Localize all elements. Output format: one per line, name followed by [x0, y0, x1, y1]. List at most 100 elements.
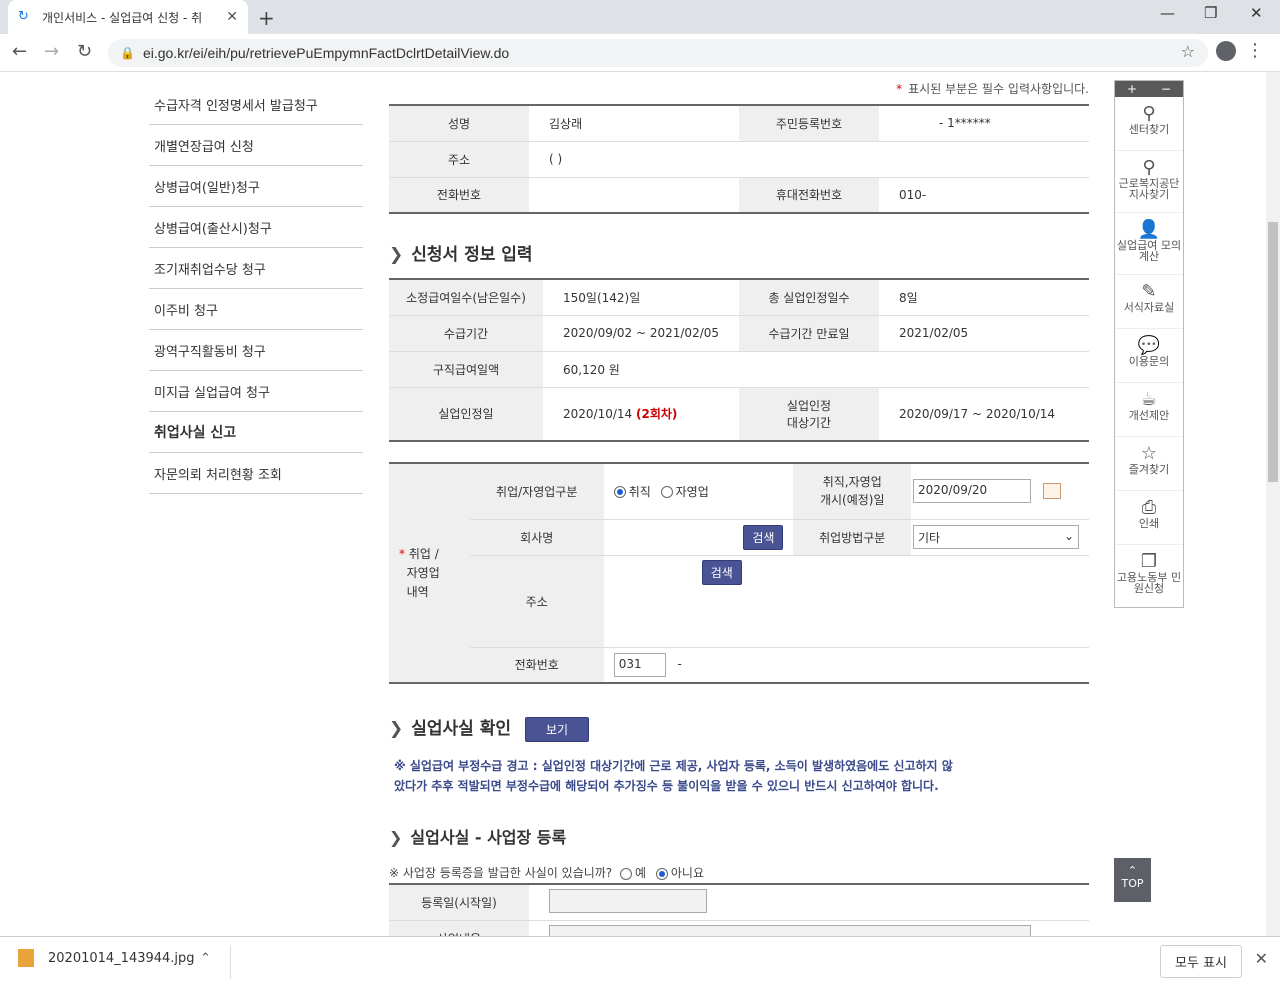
business-table: 등록일(시작일) 사업내용 — [389, 883, 1089, 936]
business-section-title: ❯ 실업사실 - 사업장 등록 — [389, 828, 567, 847]
forward-icon[interactable]: → — [44, 41, 59, 62]
scrollbar-thumb[interactable] — [1268, 222, 1278, 482]
days-label: 소정급여일수(남은일수) — [389, 279, 543, 316]
url-field[interactable]: 🔒 ei.go.kr/ei/eih/pu/retrievePuEmpymnFac… — [108, 39, 1208, 67]
quick-forms[interactable]: ✎ 서식자료실 — [1115, 275, 1183, 329]
quick-menu: + − ⚲ 센터찾기 ⚲ 근로복지공단 지사찾기 👤 실업급여 모의계산 ✎ 서식자료실… — [1114, 80, 1184, 608]
zoom-in-button[interactable]: + — [1127, 81, 1137, 97]
chevron-up-icon[interactable]: ⌃ — [200, 951, 211, 966]
view-button[interactable]: 보기 — [524, 716, 590, 742]
sidebar-item[interactable]: 개별연장급여 신청 — [149, 125, 363, 166]
radio-employed[interactable] — [613, 486, 626, 499]
zoom-out-button[interactable]: − — [1161, 81, 1171, 97]
download-item[interactable]: 20201014_143944.jpg — [18, 949, 195, 967]
phone-prefix-input[interactable]: 031 — [613, 652, 666, 677]
bookmark-star-icon[interactable]: ☆ — [1181, 42, 1195, 61]
addr-value: ( ) — [529, 141, 1089, 178]
reg-cell — [529, 884, 1089, 921]
profile-avatar[interactable] — [1216, 41, 1236, 61]
show-all-button[interactable]: 모두 표시 — [1160, 945, 1242, 978]
sidebar-item[interactable]: 자문의뢰 처리현황 조회 — [149, 453, 363, 494]
company-cell: 검색 — [603, 519, 794, 556]
quick-moel[interactable]: ❐ 고용노동부 민원신청 — [1115, 545, 1183, 607]
divider — [230, 945, 231, 979]
business-question: ※ 사업장 등록증을 발급한 사실이 있습니까? 예 아니요 — [389, 866, 705, 880]
name-value: 김상래 — [529, 105, 739, 142]
calendar-icon[interactable] — [1042, 482, 1061, 499]
sidebar-item-active[interactable]: 취업사실 신고 — [149, 412, 363, 453]
tab-bar: ↻ 개인서비스 - 실업급여 신청 - 취 ✕ + — ❐ ✕ — [0, 0, 1280, 34]
start-date-input[interactable]: 2020/09/20 — [913, 479, 1031, 504]
mobile-value: 010- — [879, 177, 1089, 214]
reg-date-input[interactable] — [549, 888, 707, 913]
minimize-icon[interactable]: — — [1160, 4, 1175, 22]
download-bar: 20201014_143944.jpg ⌃ 모두 표시 ✕ — [0, 936, 1280, 984]
sidebar-item[interactable]: 조기재취업수당 청구 — [149, 248, 363, 289]
sidebar-item[interactable]: 미지급 실업급여 청구 — [149, 371, 363, 412]
quick-print[interactable]: ⎙ 인쇄 — [1115, 491, 1183, 545]
period-value: 2020/09/02 ~ 2021/02/05 — [543, 315, 739, 352]
period-label: 수급기간 — [389, 315, 543, 352]
mobile-label: 휴대전화번호 — [739, 177, 879, 214]
start-cell: 2020/09/20 — [911, 463, 1089, 520]
company-label: 회사명 — [469, 519, 604, 556]
quick-simulation[interactable]: 👤 실업급여 모의계산 — [1115, 213, 1183, 275]
target-value: 2020/09/17 ~ 2020/10/14 — [879, 387, 1089, 442]
name-label: 성명 — [389, 105, 529, 142]
recog-value: 2020/10/14 (2회차) — [543, 387, 739, 442]
sidebar-item[interactable]: 이주비 청구 — [149, 289, 363, 330]
method-select[interactable]: 기타 ⌄ — [913, 525, 1079, 549]
next-cell — [529, 920, 1089, 936]
application-section-title: ❯ 신청서 정보 입력 — [389, 245, 533, 265]
company-search-button[interactable]: 검색 — [743, 524, 784, 550]
radio-yes[interactable] — [620, 867, 633, 880]
end-label: 수급기간 만료일 — [739, 315, 879, 352]
top-button[interactable]: ⌃ TOP — [1114, 858, 1151, 902]
scrollbar[interactable] — [1266, 72, 1280, 936]
employment-table: * 취업 / 자영업 내역 취업/자영업구분 취직 자영업 취직,자영업 개시(예… — [389, 462, 1089, 684]
browser-tab[interactable]: ↻ 개인서비스 - 실업급여 신청 - 취 ✕ — [8, 0, 248, 34]
quick-suggest[interactable]: ☕ 개선제안 — [1115, 383, 1183, 437]
end-value: 2021/02/05 — [879, 315, 1089, 352]
new-tab-icon[interactable]: + — [258, 6, 275, 30]
emp-addr-cell: 검색 — [603, 555, 1089, 648]
radio-self-employed[interactable] — [660, 486, 673, 499]
rrn-label: 주민등록번호 — [739, 105, 879, 142]
total-label: 총 실업인정일수 — [739, 279, 879, 316]
back-icon[interactable]: ← — [12, 41, 27, 62]
start-label: 취직,자영업 개시(예정)일 — [793, 463, 911, 520]
zoom-controls: + − — [1115, 81, 1183, 97]
phone-value — [529, 177, 739, 214]
emp-addr-label: 주소 — [469, 555, 604, 648]
personal-info-table: 성명 김상래 주민등록번호 - 1****** 주소 ( ) 전화번호 휴대전화… — [389, 104, 1089, 214]
menu-icon[interactable]: ⋮ — [1246, 40, 1264, 61]
address-bar: ← → ↻ 🔒 ei.go.kr/ei/eih/pu/retrievePuEmp… — [0, 34, 1280, 72]
restore-icon[interactable]: ❐ — [1204, 4, 1217, 22]
addr-search-button[interactable]: 검색 — [701, 559, 742, 585]
close-icon[interactable]: ✕ — [1255, 949, 1268, 968]
sidebar-item[interactable]: 수급자격 인정명세서 발급청구 — [149, 84, 363, 125]
quick-favorite[interactable]: ☆ 즐겨찾기 — [1115, 437, 1183, 491]
sidebar-item[interactable]: 상병급여(출산시)청구 — [149, 207, 363, 248]
favicon-icon: ↻ — [18, 9, 29, 24]
method-cell: 기타 ⌄ — [911, 519, 1089, 556]
phone-label: 전화번호 — [389, 177, 529, 214]
quick-inquiry[interactable]: 💬 이용문의 — [1115, 329, 1183, 383]
reload-icon[interactable]: ↻ — [77, 41, 92, 62]
chevron-up-icon: ⌃ — [1127, 864, 1138, 877]
page-content: 수급자격 인정명세서 발급청구 개별연장급여 신청 상병급여(일반)청구 상병급… — [0, 72, 1280, 936]
window-close-icon[interactable]: ✕ — [1250, 4, 1263, 22]
employment-group-label: * 취업 / 자영업 내역 — [389, 463, 470, 684]
sidebar-item[interactable]: 상병급여(일반)청구 — [149, 166, 363, 207]
sidebar-item[interactable]: 광역구직활동비 청구 — [149, 330, 363, 371]
type-radios: 취직 자영업 — [603, 463, 794, 520]
quick-center-find[interactable]: ⚲ 센터찾기 — [1115, 97, 1183, 151]
business-content-input[interactable] — [549, 924, 1031, 936]
url-text: ei.go.kr/ei/eih/pu/retrievePuEmpymnFactD… — [142, 45, 510, 61]
application-table: 소정급여일수(남은일수) 150일(142)일 총 실업인정일수 8일 수급기간… — [389, 278, 1089, 442]
radio-no[interactable] — [655, 867, 668, 880]
type-label: 취업/자영업구분 — [469, 463, 604, 520]
target-label: 실업인정 대상기간 — [739, 387, 879, 442]
tab-close-icon[interactable]: ✕ — [226, 9, 238, 25]
quick-branch-find[interactable]: ⚲ 근로복지공단 지사찾기 — [1115, 151, 1183, 213]
